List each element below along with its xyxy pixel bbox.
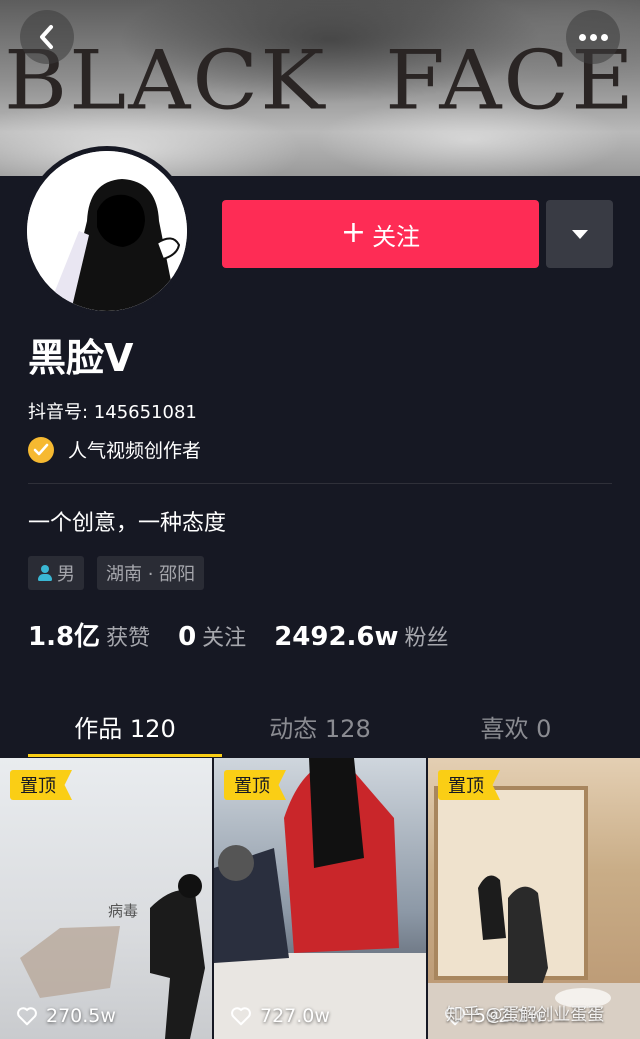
avatar[interactable] bbox=[22, 146, 192, 316]
back-button[interactable] bbox=[20, 10, 74, 64]
video-likes: 270.5w bbox=[16, 1005, 116, 1027]
likes-count: 727.0w bbox=[260, 1005, 330, 1027]
profile-name: 黑脸V bbox=[28, 336, 134, 380]
following-count[interactable]: 0 bbox=[178, 622, 196, 652]
video-scene-image: 病毒 bbox=[20, 874, 205, 1039]
more-horizontal-icon bbox=[578, 33, 608, 41]
more-button[interactable] bbox=[566, 10, 620, 64]
likes-label: 获赞 bbox=[106, 626, 151, 651]
pinned-badge: 置顶 bbox=[10, 770, 72, 800]
recommend-dropdown-button[interactable] bbox=[546, 200, 613, 268]
badge-text: 人气视频创作者 bbox=[68, 440, 202, 462]
heart-icon bbox=[17, 1007, 37, 1026]
pinned-badge: 置顶 bbox=[438, 770, 500, 800]
video-likes: 727.0w bbox=[230, 1005, 330, 1027]
person-icon bbox=[37, 564, 53, 582]
plus-icon: + bbox=[340, 214, 367, 250]
video-scene-image bbox=[428, 786, 640, 1039]
video-thumbnail[interactable]: 置顶 592.1w bbox=[428, 758, 640, 1039]
check-badge-icon bbox=[28, 436, 54, 463]
heart-icon bbox=[231, 1007, 251, 1026]
tab-moments[interactable]: 动态 128 bbox=[222, 700, 418, 752]
followers-label[interactable]: 粉丝 bbox=[405, 620, 449, 652]
video-scene-image bbox=[214, 758, 426, 1039]
following-label[interactable]: 关注 bbox=[202, 620, 246, 652]
gender-tag: 男 bbox=[28, 556, 84, 590]
overlay-text: 病毒 bbox=[108, 902, 138, 920]
follow-label: 关注 bbox=[372, 222, 421, 251]
video-thumbnail[interactable]: 病毒 置顶 270.5w bbox=[0, 758, 212, 1039]
followers-count[interactable]: 2492.6w bbox=[274, 622, 398, 652]
location-text: 湖南 · 邵阳 bbox=[106, 564, 196, 585]
banner-title: BLACK FACE bbox=[3, 33, 637, 129]
douyin-id: 抖音号: 145651081 bbox=[28, 402, 197, 423]
tab-likes[interactable]: 喜欢 0 bbox=[418, 700, 614, 752]
gender-text: 男 bbox=[57, 564, 75, 585]
divider bbox=[28, 483, 612, 484]
caret-down-icon bbox=[571, 229, 588, 239]
hooded-figure-icon bbox=[27, 151, 187, 311]
video-thumbnail[interactable]: 置顶 727.0w bbox=[214, 758, 426, 1039]
tab-works[interactable]: 作品 120 bbox=[28, 700, 222, 752]
likes-count: 1.8亿 bbox=[28, 622, 101, 652]
avatar-image bbox=[27, 151, 187, 311]
source-watermark: 知乎 @蛋解创业蛋蛋 bbox=[446, 1005, 605, 1025]
profile-stats: 1.8亿 获赞 0 关注 2492.6w 粉丝 bbox=[28, 616, 477, 653]
follow-button[interactable]: + 关注 bbox=[222, 200, 539, 268]
pinned-badge: 置顶 bbox=[224, 770, 286, 800]
chevron-left-icon bbox=[40, 25, 53, 49]
location-tag: 湖南 · 邵阳 bbox=[97, 556, 205, 590]
profile-bio: 一个创意，一种态度 bbox=[28, 511, 227, 536]
active-tab-indicator bbox=[28, 754, 222, 757]
creator-badge: 人气视频创作者 bbox=[28, 436, 201, 463]
likes-count: 270.5w bbox=[46, 1005, 116, 1027]
